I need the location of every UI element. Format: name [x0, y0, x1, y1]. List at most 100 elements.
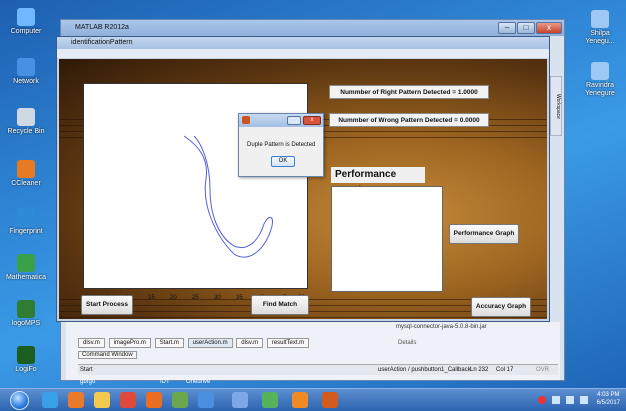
- network-icon[interactable]: [566, 396, 574, 404]
- music-staff-line: [59, 317, 547, 318]
- user-folder-icon: [591, 10, 609, 28]
- chrome-icon[interactable]: [120, 392, 136, 408]
- user-folder-icon: [591, 62, 609, 80]
- taskbar: 4:03 PM 6/5/2017: [0, 388, 626, 411]
- editor-tabs: dlsv.m imagePro.m Start.m userAction.m d…: [78, 338, 311, 348]
- desktop-icon-label: CCleaner: [11, 180, 41, 187]
- editor-tab[interactable]: dlsv.m: [236, 338, 264, 348]
- performance-graph-area: [331, 186, 443, 292]
- firefox-icon[interactable]: [146, 392, 162, 408]
- editor-tab[interactable]: resultText.m: [266, 338, 310, 348]
- computer-icon: [17, 8, 35, 26]
- minimize-button[interactable]: –: [498, 22, 516, 34]
- desktop-icon-ccleaner[interactable]: CCleaner: [4, 160, 48, 188]
- dialog-minimize-button[interactable]: [287, 116, 301, 125]
- dialog-ok-button[interactable]: OK: [271, 156, 295, 167]
- volume-icon[interactable]: [580, 396, 588, 404]
- network-icon: [17, 58, 35, 76]
- tray-alert-icon[interactable]: [538, 396, 546, 404]
- desktop-icon-label: Ravindra Yenegure: [585, 82, 615, 97]
- app-icon: [17, 254, 35, 272]
- x-tick-label: 35: [236, 295, 243, 301]
- right-pattern-count: Nummber of Right Pattern Detected = 1.00…: [329, 85, 489, 99]
- desktop-icon-user-shilpa[interactable]: Shilpa Yenegu...: [578, 10, 622, 46]
- figure-titlebar[interactable]: identificationPattern: [57, 37, 549, 49]
- tray-clock[interactable]: 4:03 PM 6/5/2017: [597, 391, 620, 407]
- editor-tab[interactable]: imagePro.m: [108, 338, 151, 348]
- desktop-icon-recycle-bin[interactable]: Recycle Bin: [4, 108, 48, 136]
- dialog-titlebar[interactable]: x: [239, 114, 323, 127]
- close-button[interactable]: x: [536, 22, 562, 34]
- app-icon: [17, 208, 35, 226]
- desktop-icon-label: logoMPS: [11, 320, 41, 327]
- desktop-icon-fingerprint[interactable]: Fingerprint: [4, 208, 48, 236]
- editor-tab-active[interactable]: userAction.m: [187, 338, 233, 348]
- x-tick-label: 20: [170, 295, 177, 301]
- gui-panel: 0 5 10 15 20 25 30 35 40 45 50 Nummber o…: [59, 59, 547, 319]
- desktop-icon-label: Network: [13, 78, 39, 85]
- performance-graph-button[interactable]: Performance Graph: [449, 224, 519, 244]
- app-icon[interactable]: [292, 392, 308, 408]
- taskbar-label: IDT: [160, 379, 170, 385]
- tray-time: 4:03 PM: [597, 392, 620, 398]
- desktop-icon-network[interactable]: Network: [4, 58, 48, 86]
- desktop-icon-label: Computer: [10, 28, 42, 35]
- editor-tab[interactable]: dlsv.m: [78, 338, 105, 348]
- start-process-button[interactable]: Start Process: [81, 295, 133, 315]
- status-function: userAction / pushbutton1_Callback: [378, 367, 471, 373]
- status-bar: Start userAction / pushbutton1_Callback …: [78, 364, 558, 375]
- desktop-icon-label: Fingerprint: [9, 228, 43, 235]
- desktop-icon-label: Shilpa Yenegu...: [585, 30, 615, 45]
- matlab-icon[interactable]: [322, 392, 338, 408]
- wrong-pattern-count: Nummber of Wrong Pattern Detected = 0.00…: [329, 113, 489, 127]
- desktop-icon-user-ravindra[interactable]: Ravindra Yenegure: [578, 62, 622, 98]
- flag-icon[interactable]: [552, 396, 560, 404]
- matlab-title: MATLAB R2012a: [75, 24, 129, 31]
- editor-tab[interactable]: Start.m: [154, 338, 184, 348]
- desktop-icon-logifo[interactable]: LogiFo: [4, 346, 48, 374]
- desktop-icon-mathematica[interactable]: Mathematica: [4, 254, 48, 282]
- app-icon[interactable]: [172, 392, 188, 408]
- ccleaner-icon: [17, 160, 35, 178]
- matlab-icon: [242, 116, 250, 124]
- app-icon[interactable]: [262, 392, 278, 408]
- desktop-icon-computer[interactable]: Computer: [4, 8, 48, 36]
- figure-window: identificationPattern 0 5 10 15 20 25 30…: [56, 36, 550, 322]
- dialog-message: Duple Pattern is Detected: [247, 142, 316, 148]
- folder-icon[interactable]: [94, 392, 110, 408]
- message-dialog: x Duple Pattern is Detected OK: [238, 113, 324, 177]
- matlab-lower-panel: mysql-connector-java-5.0.8-bin.jar Detai…: [66, 322, 560, 380]
- matlab-titlebar[interactable]: MATLAB R2012a – □ x: [61, 20, 564, 36]
- status-start-button[interactable]: Start: [80, 365, 93, 375]
- app-icon[interactable]: [198, 392, 214, 408]
- app-icon[interactable]: [232, 392, 248, 408]
- x-tick-label: 15: [148, 295, 155, 301]
- performance-graph-title: Performance Graph: [331, 167, 425, 196]
- figure-menubar: [57, 49, 549, 58]
- maximize-button[interactable]: □: [517, 22, 535, 34]
- desktop-icon-label: Recycle Bin: [7, 128, 45, 135]
- start-button[interactable]: [10, 391, 29, 410]
- recycle-bin-icon: [17, 108, 35, 126]
- find-match-button[interactable]: Find Match: [251, 295, 309, 315]
- app-icon: [17, 346, 35, 364]
- desktop-icon-logomps[interactable]: logoMPS: [4, 300, 48, 328]
- app-icon: [17, 300, 35, 318]
- dialog-close-button[interactable]: x: [303, 116, 321, 125]
- details-label[interactable]: Details: [398, 340, 416, 346]
- accuracy-graph-button[interactable]: Accuracy Graph: [471, 297, 531, 317]
- status-line: Ln 232: [470, 367, 489, 373]
- workspace-panel-tab[interactable]: Workspace: [550, 76, 562, 136]
- media-icon[interactable]: [68, 392, 84, 408]
- command-window-tab[interactable]: Command Window: [78, 351, 137, 359]
- path-item[interactable]: mysql-connector-java-5.0.8-bin.jar: [396, 324, 487, 330]
- status-column: Col 17: [496, 367, 514, 373]
- path-list: mysql-connector-java-5.0.8-bin.jar: [396, 324, 487, 331]
- taskbar-label: gbrgo: [80, 379, 96, 385]
- figure-title: identificationPattern: [71, 39, 133, 46]
- tray-date: 6/5/2017: [596, 400, 620, 406]
- status-ovr: OVR: [536, 367, 550, 373]
- x-tick-label: 30: [214, 295, 221, 301]
- taskbar-label: Onedrive: [186, 379, 211, 385]
- ie-icon[interactable]: [42, 392, 58, 408]
